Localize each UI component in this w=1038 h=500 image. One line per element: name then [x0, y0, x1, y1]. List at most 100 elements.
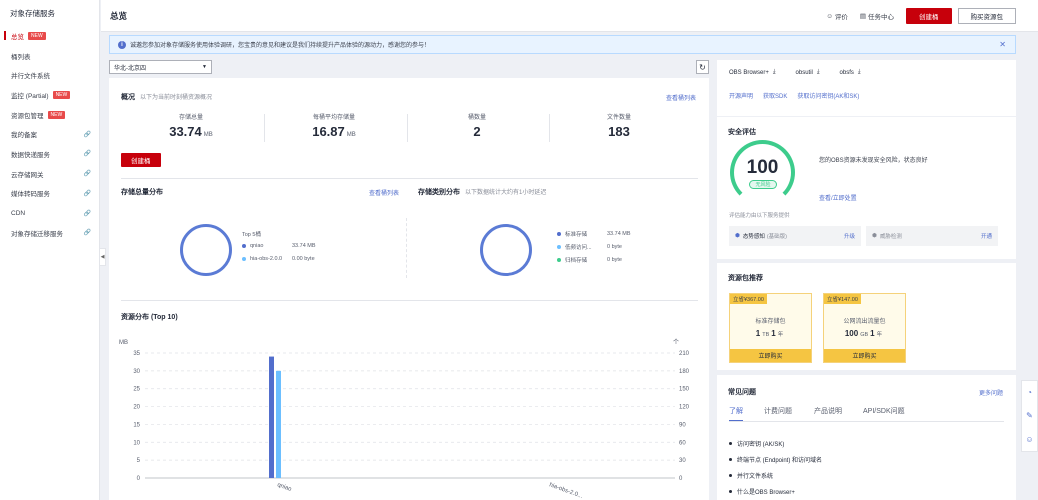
- create-bucket-button[interactable]: 创建桶: [906, 8, 952, 24]
- legend-row: 低频访问... 0 byte: [557, 243, 622, 251]
- stat-number: 183: [608, 124, 630, 139]
- notice-text[interactable]: 诚邀您参加对象存储服务使用体验调研，您宝贵的意见和建议是我们持续提升产品体验的源…: [130, 40, 430, 49]
- stat-number: 16.87: [312, 124, 345, 139]
- package-period-unit: 年: [876, 332, 883, 338]
- security-score: 100: [746, 157, 779, 178]
- sidebar-item-label: 媒体转码服务: [11, 191, 50, 199]
- y-tick-label: 35: [133, 351, 140, 357]
- sidebar: 对象存储服务 总览 NEW 桶列表 并行文件系统 监控 (Partial) NEW 资源包管…: [0, 0, 100, 500]
- faq-item[interactable]: 并行文件系统: [729, 471, 773, 480]
- new-badge: NEW: [52, 90, 71, 99]
- discount-tag: 立省¥367.00: [730, 294, 767, 304]
- region-select[interactable]: 华北-北京四 ▼: [109, 60, 212, 74]
- upgrade-link[interactable]: 升级: [844, 232, 855, 240]
- resource-link[interactable]: 开源声明: [729, 91, 753, 100]
- faq-item[interactable]: 终端节点 (Endpoint) 和访问域名: [729, 455, 822, 464]
- activate-link[interactable]: 开通: [981, 232, 992, 240]
- resource-link[interactable]: 获取SDK: [763, 91, 787, 100]
- download-label: OBS Browser+: [729, 69, 769, 76]
- stat-number: 33.74: [169, 124, 202, 139]
- sidebar-item-label: 云存储网关: [11, 171, 44, 179]
- legend-value: 0.00 byte: [292, 256, 315, 262]
- resource-bar-chart: MB 个 0 0 5 30 10 60 15 90 20 120 25 150 30 180 35 210 qnia…: [119, 339, 690, 500]
- sidebar-item[interactable]: 媒体转码服务 🔗: [0, 184, 99, 204]
- sidebar-item[interactable]: 对象存储迁移服务 🔗: [0, 223, 99, 243]
- external-link-icon: 🔗: [83, 131, 91, 138]
- external-link-icon: 🔗: [83, 230, 91, 237]
- sidebar-item[interactable]: 桶列表: [0, 46, 99, 66]
- sidebar-item[interactable]: 总览 NEW: [0, 26, 99, 46]
- overview-card: 概况 以下为当前时刻桶资源概况 查看桶列表 存储总量 33.74 MB 每桶平均存储量 1…: [109, 78, 709, 500]
- rate-link[interactable]: ☺ 评价: [826, 11, 848, 22]
- sidebar-item[interactable]: 并行文件系统: [0, 65, 99, 85]
- package-size: 1: [755, 329, 761, 338]
- download-label: obsfs: [839, 69, 854, 76]
- sidebar-item[interactable]: 资源包管理 NEW: [0, 105, 99, 125]
- faq-tab[interactable]: 了解: [729, 406, 743, 422]
- packages-title: 资源包推荐: [728, 275, 763, 282]
- stat-block: 桶数量 2: [407, 112, 547, 139]
- class-dist-title: 存储类别分布 以下数据统计大约有1小时延迟: [418, 189, 547, 196]
- service-icon[interactable]: ☺: [1025, 435, 1033, 444]
- package-period: 1: [870, 329, 875, 338]
- download-item[interactable]: obsfs ⤓: [840, 69, 861, 76]
- y2-axis-label: 个: [673, 339, 679, 346]
- legend-dot: [242, 244, 246, 248]
- faq-tab[interactable]: 计费问题: [764, 406, 792, 416]
- close-icon[interactable]: ✕: [999, 40, 1006, 49]
- view-buckets-link[interactable]: 查看桶列表: [666, 93, 696, 102]
- legend-dot: [242, 257, 246, 261]
- y-tick-label: 10: [133, 440, 140, 446]
- buy-package-button[interactable]: 购买资源包: [957, 8, 1016, 24]
- region-value: 华北-北京四: [114, 65, 146, 72]
- stat-block: 每桶平均存储量 16.87 MB: [264, 112, 404, 139]
- risk-badge: 无风险: [749, 180, 777, 189]
- y-tick-label: 0: [137, 476, 141, 482]
- sidebar-item-label: 并行文件系统: [11, 73, 50, 81]
- faq-item[interactable]: 什么是OBS Browser+: [729, 487, 795, 496]
- stat-label: 桶数量: [467, 115, 486, 121]
- external-link-icon: 🔗: [83, 210, 91, 217]
- legend-name: 标准存储: [565, 232, 588, 238]
- y-axis-label: MB: [119, 340, 128, 346]
- task-icon: ▤: [859, 13, 866, 20]
- chat-icon[interactable]: ◔: [1027, 388, 1032, 397]
- y2-tick-label: 60: [679, 440, 686, 446]
- view-buckets-link-2[interactable]: 查看桶列表: [369, 188, 399, 197]
- resource-link[interactable]: 获取访问密钥(AK和SK): [797, 91, 859, 100]
- legend-value: 33.74 MB: [292, 243, 316, 249]
- faq-item[interactable]: 访问密钥 (AK/SK): [729, 439, 784, 448]
- stat-label: 存储总量: [178, 115, 203, 121]
- faq-tab[interactable]: API/SDK问题: [863, 406, 905, 416]
- create-bucket-button-overview[interactable]: 创建桶: [121, 153, 161, 167]
- package-size: 100: [844, 329, 859, 338]
- download-icon: ⤓: [816, 69, 820, 75]
- download-label: obsutil: [795, 69, 813, 76]
- buy-now-button[interactable]: 立即购买: [730, 349, 811, 362]
- legend-row: hia-obs-2.0.0 0.00 byte: [242, 256, 315, 262]
- stat-unit: MB: [346, 132, 356, 138]
- refresh-button[interactable]: ↻: [696, 60, 709, 74]
- download-item[interactable]: obsutil ⤓: [796, 69, 820, 76]
- buy-now-button[interactable]: 立即购买: [824, 349, 905, 362]
- view-handle-link[interactable]: 查看/立即处置: [819, 193, 857, 202]
- task-center-link[interactable]: ▤ 任务中心: [860, 11, 894, 21]
- sidebar-collapse-button[interactable]: ◀: [100, 248, 106, 266]
- faq-card: 常见问题 更多问题 了解 计费问题 产品说明 API/SDK问题 访问密钥 (AK/S…: [717, 375, 1016, 500]
- faq-tab[interactable]: 产品说明: [814, 406, 842, 416]
- y-tick-label: 20: [133, 405, 140, 411]
- package-card: 立省¥367.00 标准存储包 1 TB 1 年立即购买: [729, 293, 812, 363]
- sidebar-item[interactable]: 我的备案 🔗: [0, 124, 99, 144]
- y-tick-label: 5: [137, 458, 141, 464]
- y-tick-label: 30: [133, 369, 140, 375]
- more-faq-link[interactable]: 更多问题: [979, 388, 1003, 397]
- sidebar-item-label: CDN: [11, 209, 26, 217]
- sidebar-item[interactable]: CDN 🔗: [0, 203, 99, 223]
- sidebar-item[interactable]: 数据快递服务 🔗: [0, 144, 99, 164]
- download-item[interactable]: OBS Browser+ ⤓: [729, 69, 776, 76]
- sidebar-item[interactable]: 云存储网关 🔗: [0, 164, 99, 184]
- storage-donut-chart: [180, 224, 232, 276]
- sidebar-item[interactable]: 监控 (Partial) NEW: [0, 85, 99, 105]
- package-spec: 1 TB 1 年: [730, 329, 811, 338]
- feedback-icon[interactable]: ✎: [1026, 411, 1033, 420]
